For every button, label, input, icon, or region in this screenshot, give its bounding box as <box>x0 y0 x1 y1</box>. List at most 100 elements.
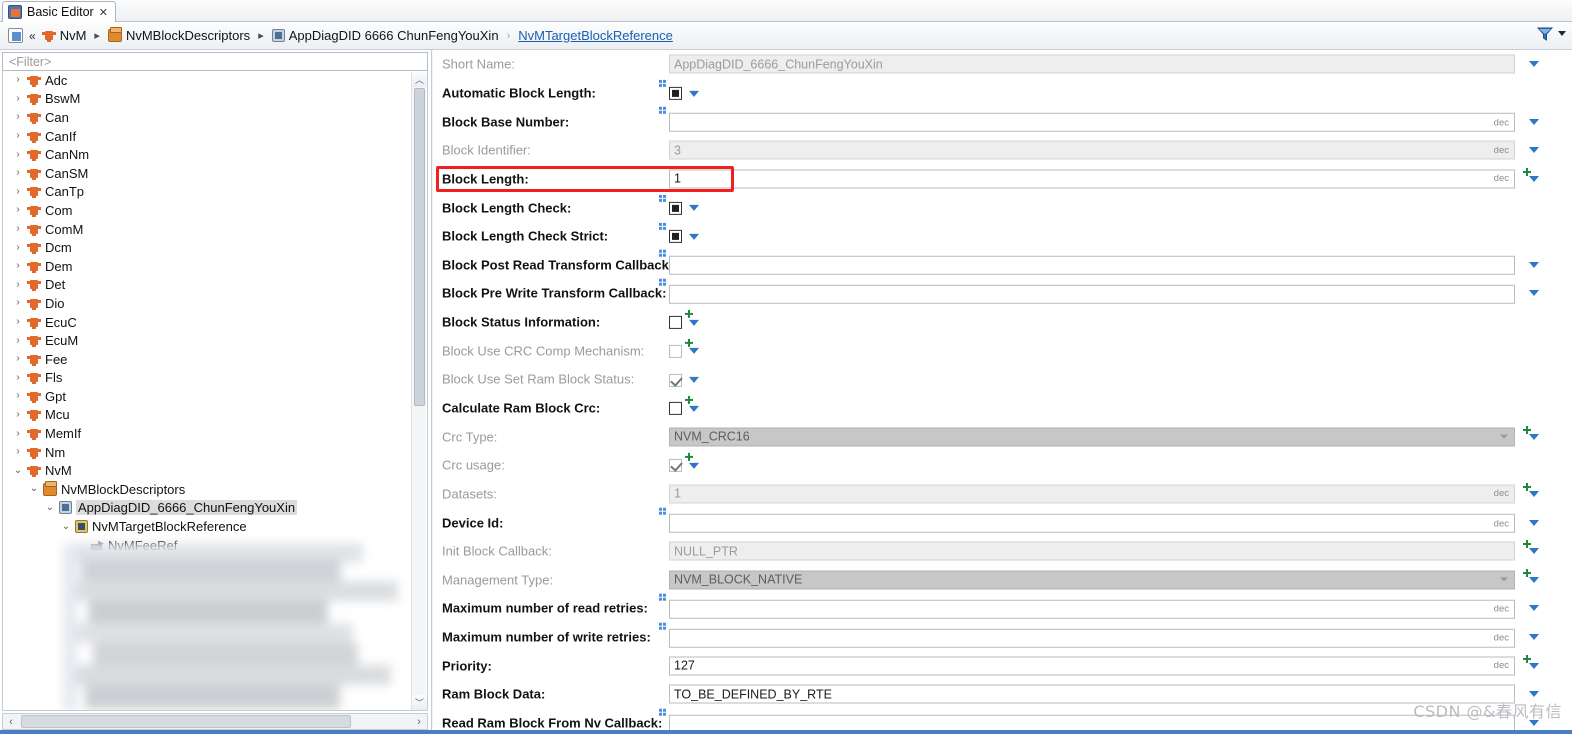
tree-item-nvmblockdescriptors[interactable]: ⌄ NvMBlockDescriptors <box>3 480 413 499</box>
input-block-identifier[interactable]: 3 dec <box>669 140 1515 160</box>
combo-arrow-icon[interactable] <box>1500 577 1508 582</box>
tree-expander-icon[interactable]: › <box>13 298 23 308</box>
chevron-down-icon[interactable] <box>689 405 699 412</box>
row-dropdown-icon[interactable] <box>1529 605 1539 612</box>
tree-expander-icon[interactable]: › <box>13 131 23 141</box>
tree-expander-icon[interactable]: › <box>13 224 23 234</box>
tree-expander-icon[interactable]: › <box>13 168 23 178</box>
tree-item-nvmfeeref[interactable]: NvMFeeRef <box>3 536 413 555</box>
input-ram-block-data[interactable]: TO_BE_DEFINED_BY_RTE <box>669 684 1515 704</box>
tree-expander-icon[interactable]: ⌄ <box>45 502 55 513</box>
tree-expander-icon[interactable]: › <box>13 205 23 215</box>
row-dropdown-icon[interactable] <box>1529 576 1539 583</box>
scroll-up-icon[interactable]: ︿ <box>412 72 427 87</box>
breadcrumb-item-appdiagdid[interactable]: AppDiagDID 6666 ChunFengYouXin <box>271 28 499 43</box>
tree-item-det[interactable]: › Det <box>3 276 413 295</box>
breadcrumb-item-nvm[interactable]: NvM <box>41 28 86 43</box>
tree-expander-icon[interactable]: › <box>13 242 23 253</box>
row-dropdown-icon[interactable] <box>1529 147 1539 154</box>
tree-item-cannm[interactable]: › CanNm <box>3 145 413 164</box>
tree-horizontal-scrollbar[interactable]: ‹ › <box>2 713 428 730</box>
tree-item-com[interactable]: › Com <box>3 201 413 220</box>
tree-expander-icon[interactable]: › <box>13 409 23 420</box>
input-maximum-number-of-write-retries[interactable]: dec <box>669 628 1515 648</box>
tree-item-appdiagdid-6666-chunfengyouxin[interactable]: ⌄ AppDiagDID_6666_ChunFengYouXin <box>3 499 413 518</box>
tree-expander-icon[interactable]: › <box>13 261 23 271</box>
checkbox-block-status-information[interactable] <box>669 316 682 330</box>
tree-item-dio[interactable]: › Dio <box>3 294 413 313</box>
tree-expander-icon[interactable]: ⌄ <box>13 465 23 476</box>
scroll-down-icon[interactable]: ﹀ <box>412 695 427 710</box>
input-block-pre-write-transform-callback[interactable] <box>669 284 1515 304</box>
hscroll-track[interactable] <box>19 715 411 728</box>
row-dropdown-icon[interactable] <box>1529 519 1539 526</box>
checkbox-block-use-crc-comp-mechanism[interactable] <box>669 344 682 358</box>
tree-item-gpt[interactable]: › Gpt <box>3 387 413 406</box>
row-dropdown-icon[interactable] <box>1529 548 1539 555</box>
tree-item-can[interactable]: › Can <box>3 108 413 127</box>
tree-item-ecum[interactable]: › EcuM <box>3 331 413 350</box>
tree-item-comm[interactable]: › ComM <box>3 220 413 239</box>
chevron-down-icon[interactable] <box>689 376 699 383</box>
input-datasets[interactable]: 1 dec <box>669 484 1515 504</box>
hscrollbar-thumb[interactable] <box>21 715 351 728</box>
input-device-id[interactable]: dec <box>669 513 1515 533</box>
tree-expander-icon[interactable]: › <box>13 428 23 439</box>
checkbox-automatic-block-length[interactable] <box>669 87 682 101</box>
checkbox-block-length-check-strict[interactable] <box>669 230 682 244</box>
collapse-breadcrumb-icon[interactable]: « <box>29 29 36 43</box>
tree-item-dcm[interactable]: › Dcm <box>3 238 413 257</box>
tree-expander-icon[interactable]: › <box>13 372 23 383</box>
chevron-down-icon[interactable] <box>689 205 699 212</box>
tab-basic-editor[interactable]: Basic Editor ✕ <box>2 1 116 22</box>
row-dropdown-icon[interactable] <box>1529 261 1539 268</box>
row-dropdown-icon[interactable] <box>1529 290 1539 297</box>
checkbox-crc-usage[interactable] <box>669 459 682 473</box>
input-block-length[interactable]: 1 dec <box>669 169 1515 189</box>
input-maximum-number-of-read-retries[interactable]: dec <box>669 599 1515 619</box>
breadcrumb-item-nvmblockdescriptors[interactable]: NvMBlockDescriptors <box>107 27 250 43</box>
tree-item-nvmtargetblockreference[interactable]: ⌄ NvMTargetBlockReference <box>3 517 413 536</box>
scroll-left-icon[interactable]: ‹ <box>3 716 19 728</box>
tree-expander-icon[interactable]: › <box>13 447 23 457</box>
tree-item-cansm[interactable]: › CanSM <box>3 164 413 183</box>
filter-input[interactable]: <Filter> <box>2 52 428 71</box>
tree-expander-icon[interactable]: › <box>13 149 23 160</box>
tree-expander-icon[interactable]: ⌄ <box>61 521 71 532</box>
chevron-down-icon[interactable] <box>689 462 699 469</box>
tree-item-canif[interactable]: › CanIf <box>3 127 413 146</box>
chevron-down-icon[interactable] <box>689 233 699 240</box>
checkbox-block-use-set-ram-block-status[interactable] <box>669 373 682 387</box>
row-dropdown-icon[interactable] <box>1529 433 1539 440</box>
tree-item-fee[interactable]: › Fee <box>3 350 413 369</box>
tree-item-cantp[interactable]: › CanTp <box>3 183 413 202</box>
input-block-post-read-transform-callback[interactable] <box>669 256 1515 276</box>
tree-expander-icon[interactable]: › <box>13 93 23 104</box>
tree-item-ecuc[interactable]: › EcuC <box>3 313 413 332</box>
input-management-type[interactable]: NVM_BLOCK_NATIVE <box>669 570 1515 590</box>
tree-expander-icon[interactable]: › <box>13 279 23 290</box>
row-dropdown-icon[interactable] <box>1529 691 1539 698</box>
tree-expander-icon[interactable]: › <box>13 186 23 197</box>
tree-item-fls[interactable]: › Fls <box>3 369 413 388</box>
tree-item-mcu[interactable]: › Mcu <box>3 406 413 425</box>
row-dropdown-icon[interactable] <box>1529 490 1539 497</box>
tree-expander-icon[interactable]: › <box>13 112 23 122</box>
chevron-down-icon[interactable] <box>689 348 699 355</box>
tree-item-nvm[interactable]: ⌄ NvM <box>3 461 413 480</box>
tree-expander-icon[interactable]: › <box>13 391 23 401</box>
input-block-base-number[interactable]: dec <box>669 112 1515 132</box>
tree-item-memif[interactable]: › MemIf <box>3 424 413 443</box>
row-dropdown-icon[interactable] <box>1529 634 1539 641</box>
row-dropdown-icon[interactable] <box>1529 61 1539 68</box>
row-dropdown-icon[interactable] <box>1529 662 1539 669</box>
scroll-right-icon[interactable]: › <box>411 716 427 728</box>
checkbox-block-length-check[interactable] <box>669 201 682 215</box>
chevron-down-icon[interactable] <box>1558 31 1566 36</box>
row-dropdown-icon[interactable] <box>1529 175 1539 182</box>
tree-item-nm[interactable]: › Nm <box>3 443 413 462</box>
input-priority[interactable]: 127 dec <box>669 656 1515 676</box>
row-dropdown-icon[interactable] <box>1529 118 1539 125</box>
tree-item-adc[interactable]: › Adc <box>3 71 413 90</box>
tree-expander-icon[interactable]: › <box>13 354 23 364</box>
